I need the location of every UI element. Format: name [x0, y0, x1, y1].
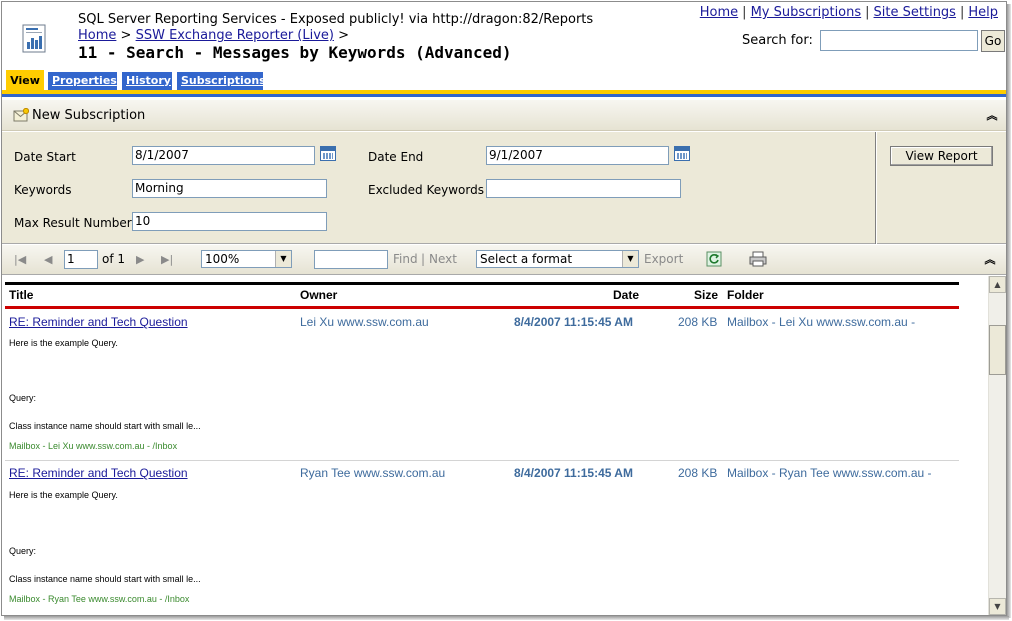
keywords-field[interactable]: Morning: [132, 179, 327, 198]
date-end-field[interactable]: 9/1/2007: [486, 146, 669, 165]
search-label: Search for:: [742, 33, 813, 48]
message-body-line: Class instance name should start with sm…: [9, 574, 201, 584]
column-folder: Folder: [727, 288, 764, 302]
vertical-scrollbar[interactable]: ▲ ▼: [988, 276, 1006, 615]
report-toolbar: |◀ ◀ 1 of 1 ▶ ▶| 100% ▼ Find | Next Sele…: [2, 245, 1006, 275]
go-button[interactable]: Go: [981, 30, 1005, 52]
find-separator: |: [421, 252, 426, 266]
column-title: Title: [9, 288, 34, 302]
last-page-icon[interactable]: ▶|: [161, 254, 173, 266]
scroll-thumb[interactable]: [989, 325, 1006, 375]
find-input[interactable]: [314, 250, 388, 269]
chevron-down-icon[interactable]: ▼: [275, 251, 291, 267]
message-date: 8/4/2007 11:15:45 AM: [514, 315, 633, 329]
page-title: 11 - Search - Messages by Keywords (Adva…: [78, 43, 512, 62]
message-body-line: Class instance name should start with sm…: [9, 421, 201, 431]
global-links: Home | My Subscriptions | Site Settings | Help: [700, 5, 998, 20]
scroll-down-icon[interactable]: ▼: [989, 598, 1006, 615]
header-rule-red: [5, 306, 959, 309]
calendar-icon[interactable]: [674, 146, 690, 161]
message-owner: Ryan Tee www.ssw.com.au: [300, 466, 446, 480]
zoom-value: 100%: [205, 252, 240, 266]
tab-subscriptions[interactable]: Subscriptions: [177, 72, 266, 90]
first-page-icon[interactable]: |◀: [14, 254, 26, 266]
max-result-label: Max Result Number: [14, 216, 132, 230]
message-size: 208 KB: [678, 315, 718, 329]
excluded-keywords-field[interactable]: [486, 179, 681, 198]
breadcrumb-separator: >: [120, 28, 132, 43]
breadcrumb-folder-link[interactable]: SSW Exchange Reporter (Live): [136, 28, 334, 43]
message-path: Mailbox - Lei Xu www.ssw.com.au - /Inbox: [9, 441, 178, 451]
excluded-keywords-label: Excluded Keywords: [368, 183, 484, 197]
date-start-label: Date Start: [14, 150, 76, 164]
my-subscriptions-link[interactable]: My Subscriptions: [751, 5, 862, 20]
site-settings-link[interactable]: Site Settings: [874, 5, 956, 20]
export-format-value: Select a format: [480, 252, 573, 266]
message-date: 8/4/2007 11:15:45 AM: [514, 466, 633, 480]
panel-divider: [875, 132, 877, 244]
message-path: Mailbox - Ryan Tee www.ssw.com.au - /Inb…: [9, 594, 190, 604]
new-subscription-icon[interactable]: [13, 108, 29, 122]
keywords-label: Keywords: [14, 183, 72, 197]
scroll-up-icon[interactable]: ▲: [989, 276, 1006, 293]
breadcrumb-separator: >: [338, 28, 350, 43]
report-body: Title Owner Date Size Folder RE: Reminde…: [2, 276, 988, 615]
column-date: Date: [613, 288, 640, 302]
search-input[interactable]: [820, 30, 978, 51]
tab-history[interactable]: History: [122, 72, 172, 90]
chevron-down-icon[interactable]: ▼: [622, 251, 638, 267]
zoom-select[interactable]: 100% ▼: [201, 250, 292, 268]
message-body-line: Query:: [9, 393, 37, 403]
row-divider: [5, 460, 959, 461]
date-start-field[interactable]: 8/1/2007: [132, 146, 315, 165]
tab-view[interactable]: View: [6, 70, 44, 90]
message-folder: Mailbox - Lei Xu www.ssw.com.au -: [727, 315, 916, 329]
find-link[interactable]: Find: [393, 252, 418, 266]
refresh-icon[interactable]: [706, 251, 722, 267]
message-size: 208 KB: [678, 466, 718, 480]
export-format-select[interactable]: Select a format ▼: [476, 250, 639, 268]
column-owner: Owner: [300, 288, 338, 302]
calendar-icon[interactable]: [320, 146, 336, 161]
page-number-input[interactable]: 1: [64, 250, 98, 269]
column-size: Size: [694, 288, 719, 302]
message-folder: Mailbox - Ryan Tee www.ssw.com.au -: [727, 466, 932, 480]
message-title-link[interactable]: RE: Reminder and Tech Question: [9, 466, 188, 480]
message-body-line: Query:: [9, 546, 37, 556]
print-icon[interactable]: [749, 251, 767, 267]
double-chevron-up-icon[interactable]: ︽: [986, 110, 998, 122]
breadcrumb: Home > SSW Exchange Reporter (Live) >: [78, 28, 349, 43]
site-title: SQL Server Reporting Services - Exposed …: [78, 12, 594, 27]
report-icon: [22, 24, 46, 53]
link-separator: |: [742, 5, 747, 20]
next-link[interactable]: Next: [429, 252, 457, 266]
header: SQL Server Reporting Services - Exposed …: [2, 2, 1006, 72]
export-link[interactable]: Export: [644, 252, 683, 266]
page-count-label: of 1: [102, 252, 126, 266]
report-window: SQL Server Reporting Services - Exposed …: [1, 1, 1007, 616]
message-owner: Lei Xu www.ssw.com.au: [300, 315, 429, 329]
help-link[interactable]: Help: [968, 5, 998, 20]
link-separator: |: [865, 5, 870, 20]
subscription-bar: New Subscription ︽: [2, 100, 1006, 131]
max-result-field[interactable]: 10: [132, 212, 327, 231]
header-rule: [5, 282, 959, 285]
message-title-link[interactable]: RE: Reminder and Tech Question: [9, 315, 188, 329]
tab-bar-rule: [2, 94, 1006, 97]
breadcrumb-home-link[interactable]: Home: [78, 28, 116, 43]
parameters-panel: Date Start 8/1/2007 Date End 9/1/2007 Ke…: [2, 132, 1006, 244]
table-row: RE: Reminder and Tech Question Lei Xu ww…: [2, 313, 962, 463]
next-page-icon[interactable]: ▶: [136, 254, 144, 266]
view-report-button[interactable]: View Report: [890, 146, 993, 166]
table-row: RE: Reminder and Tech Question Ryan Tee …: [2, 464, 962, 614]
double-chevron-up-icon[interactable]: ︽: [984, 254, 996, 266]
date-end-label: Date End: [368, 150, 424, 164]
previous-page-icon[interactable]: ◀: [44, 254, 52, 266]
home-link[interactable]: Home: [700, 5, 738, 20]
link-separator: |: [959, 5, 965, 20]
message-body-line: Here is the example Query.: [9, 338, 118, 348]
new-subscription-link[interactable]: New Subscription: [32, 108, 145, 123]
tab-properties[interactable]: Properties: [48, 72, 117, 90]
message-body-line: Here is the example Query.: [9, 490, 118, 500]
